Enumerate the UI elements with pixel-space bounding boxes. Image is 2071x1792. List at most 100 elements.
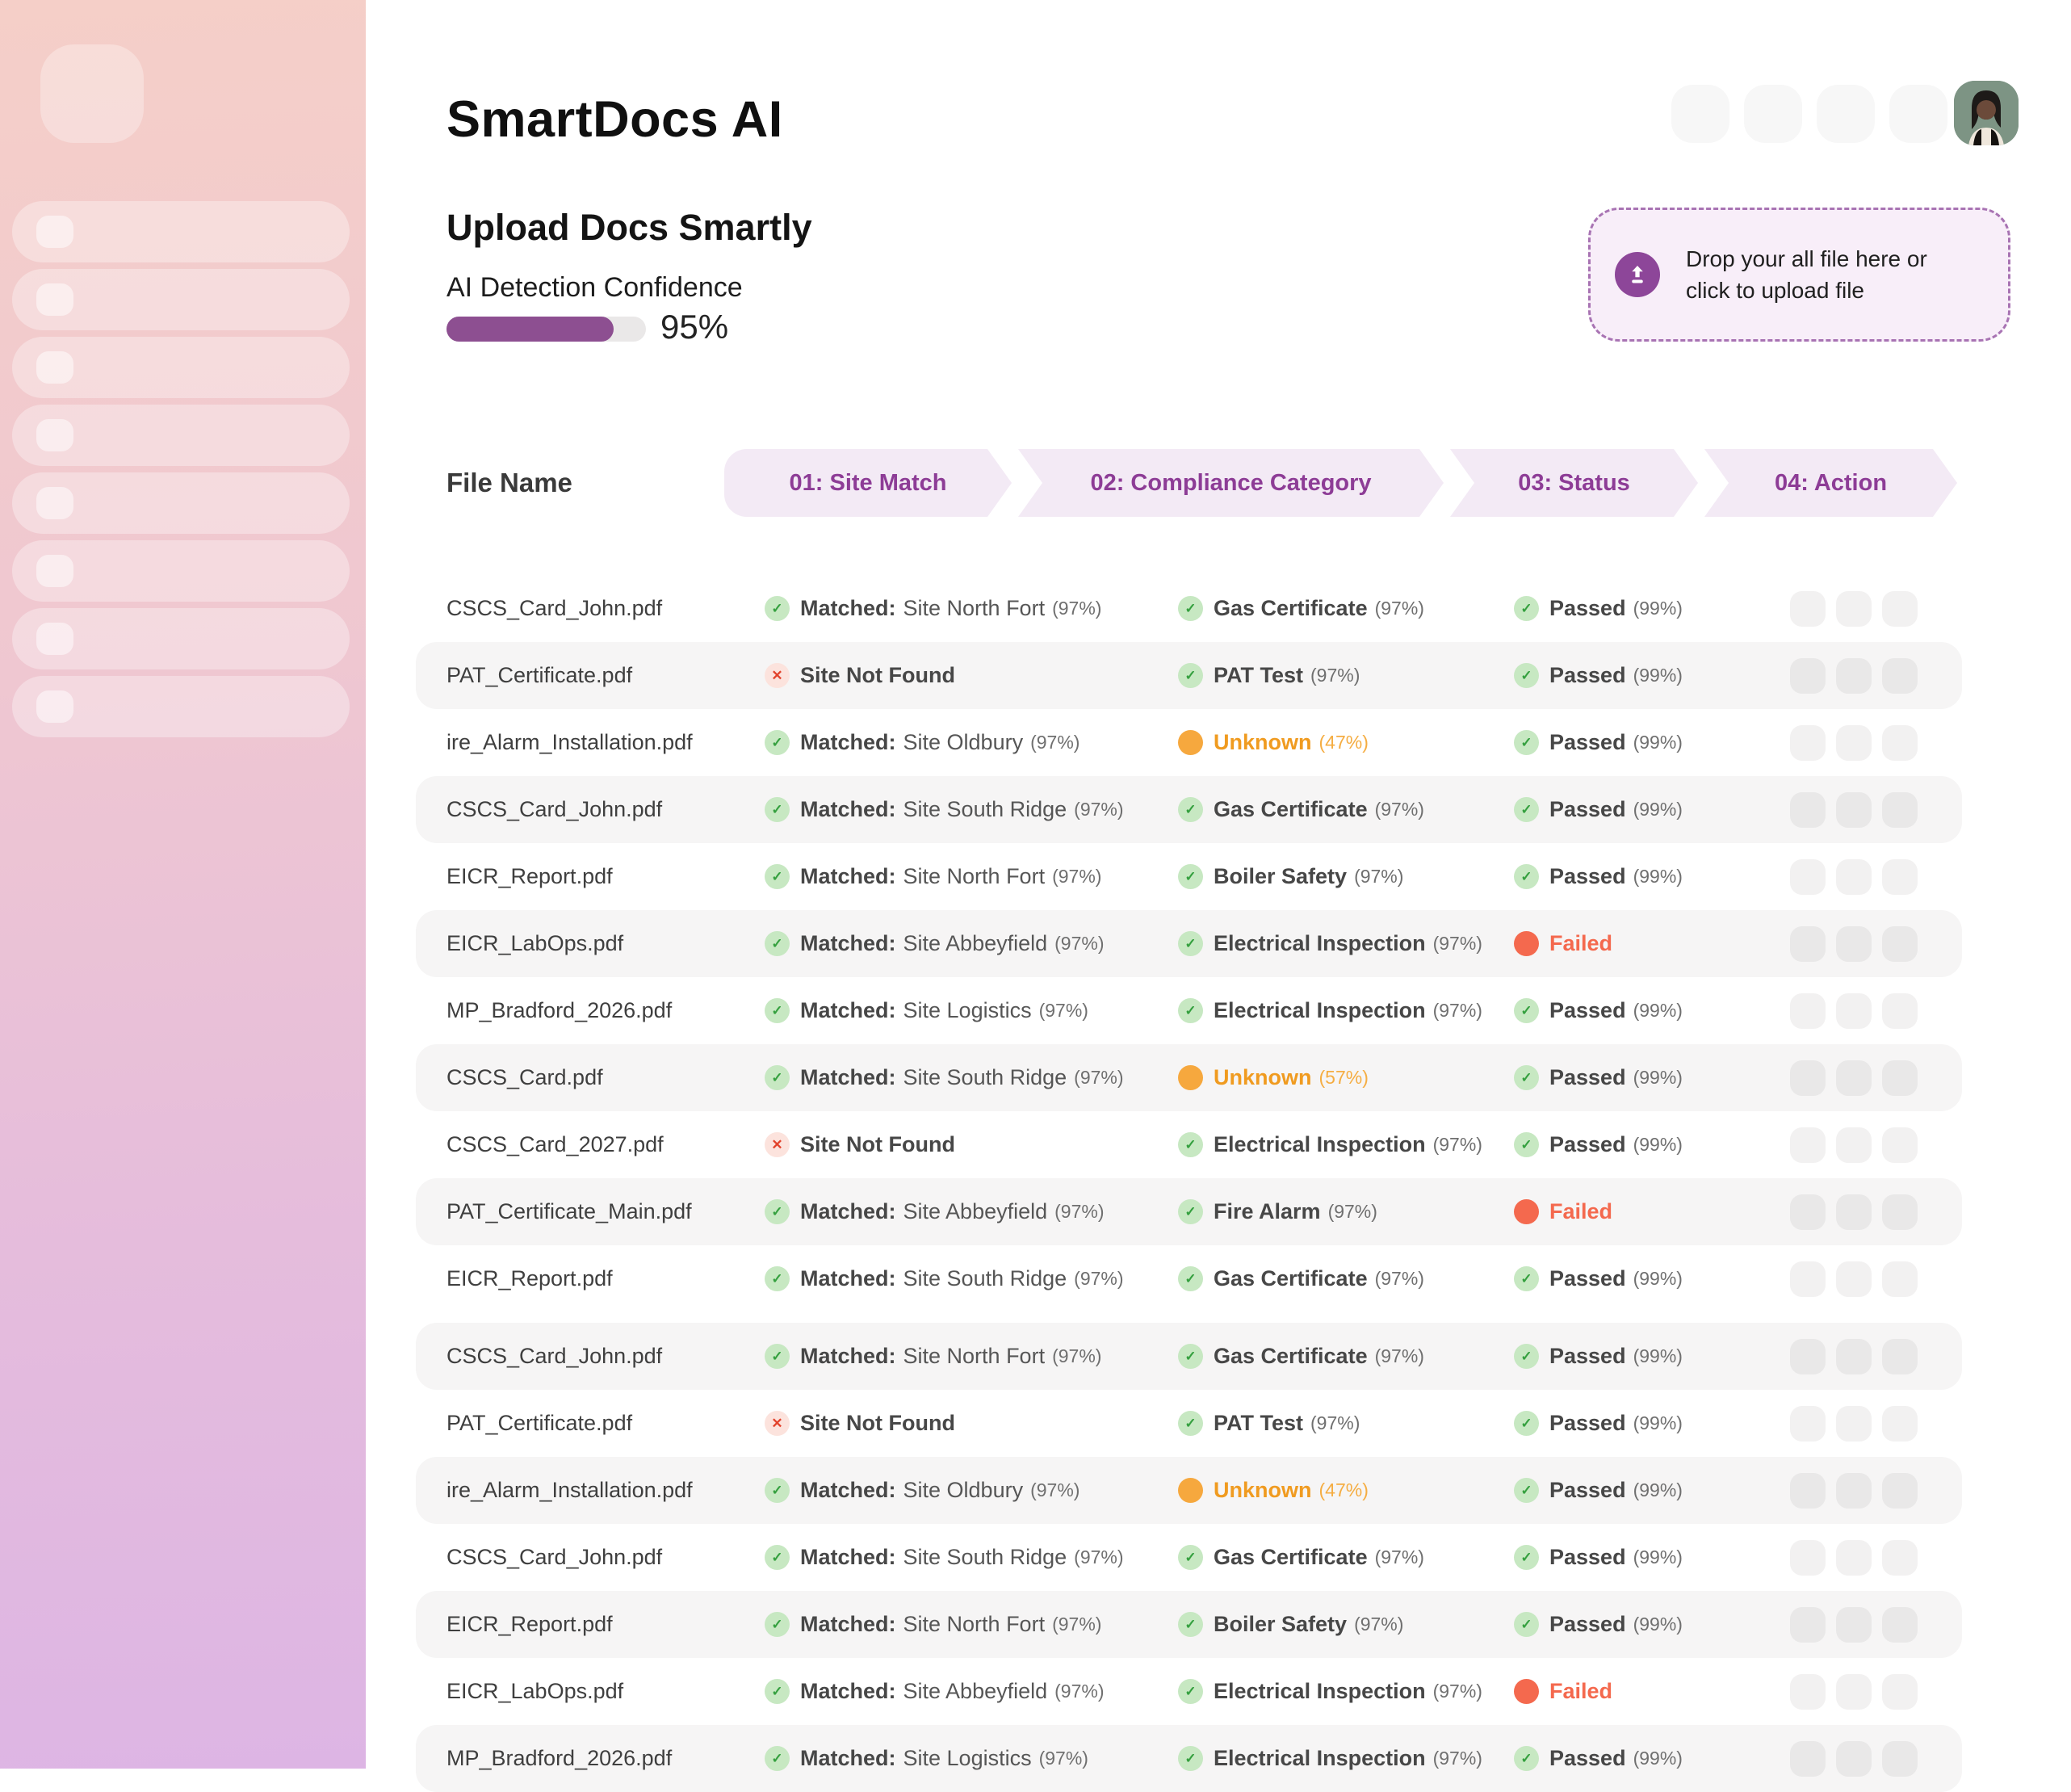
action-button-skeleton[interactable] bbox=[1790, 1607, 1826, 1643]
action-button-skeleton[interactable] bbox=[1790, 1473, 1826, 1509]
action-button-skeleton[interactable] bbox=[1836, 1607, 1872, 1643]
action-button-skeleton[interactable] bbox=[1882, 926, 1918, 962]
action-button-skeleton[interactable] bbox=[1790, 993, 1826, 1029]
site-confidence: (97%) bbox=[1052, 1614, 1101, 1635]
action-button-skeleton[interactable] bbox=[1836, 591, 1872, 627]
action-button-skeleton[interactable] bbox=[1882, 993, 1918, 1029]
action-button-skeleton[interactable] bbox=[1836, 1339, 1872, 1374]
site-match-cell: ✓Matched:Site North Fort(97%) bbox=[765, 843, 1101, 910]
category-cell: ✓Gas Certificate(97%) bbox=[1178, 1524, 1424, 1591]
sidebar-item-skeleton bbox=[12, 608, 350, 669]
action-button-skeleton[interactable] bbox=[1836, 1473, 1872, 1509]
unknown-dot-icon bbox=[1178, 1065, 1203, 1090]
action-button-skeleton[interactable] bbox=[1790, 1060, 1826, 1096]
actions-cell bbox=[1790, 1390, 1928, 1457]
action-button-skeleton[interactable] bbox=[1836, 1406, 1872, 1442]
check-icon: ✓ bbox=[1178, 1344, 1203, 1369]
action-button-skeleton[interactable] bbox=[1790, 591, 1826, 627]
action-button-skeleton[interactable] bbox=[1882, 1194, 1918, 1230]
action-button-skeleton[interactable] bbox=[1836, 1060, 1872, 1096]
action-button-skeleton[interactable] bbox=[1882, 1406, 1918, 1442]
action-button-skeleton[interactable] bbox=[1790, 859, 1826, 895]
status-cell: ✓Passed(99%) bbox=[1514, 575, 1683, 642]
action-button-skeleton[interactable] bbox=[1882, 792, 1918, 828]
action-button-skeleton[interactable] bbox=[1790, 1127, 1826, 1163]
category-cell: ✓PAT Test(97%) bbox=[1178, 1390, 1360, 1457]
passed-label: Passed bbox=[1549, 1746, 1626, 1771]
category-confidence: (97%) bbox=[1433, 1748, 1482, 1769]
action-button-skeleton[interactable] bbox=[1790, 926, 1826, 962]
file-dropzone[interactable]: Drop your all file here or click to uplo… bbox=[1588, 208, 2010, 342]
action-button-skeleton[interactable] bbox=[1882, 1607, 1918, 1643]
action-button-skeleton[interactable] bbox=[1882, 1261, 1918, 1297]
category-confidence: (97%) bbox=[1310, 665, 1360, 686]
file-name: CSCS_Card_John.pdf bbox=[446, 1344, 662, 1369]
site-confidence: (97%) bbox=[1054, 1201, 1104, 1223]
action-button-skeleton[interactable] bbox=[1836, 1741, 1872, 1777]
file-name: EICR_Report.pdf bbox=[446, 864, 613, 889]
action-button-skeleton[interactable] bbox=[1882, 1060, 1918, 1096]
site-name: Site South Ridge bbox=[903, 1545, 1067, 1570]
check-icon: ✓ bbox=[765, 1065, 790, 1090]
action-button-skeleton[interactable] bbox=[1882, 658, 1918, 694]
matched-label: Matched: bbox=[800, 1478, 896, 1503]
action-button-skeleton[interactable] bbox=[1882, 1540, 1918, 1576]
table-row: PAT_Certificate_Main.pdf✓Matched:Site Ab… bbox=[416, 1178, 1962, 1245]
action-button-skeleton[interactable] bbox=[1882, 1674, 1918, 1710]
site-confidence: (97%) bbox=[1054, 1681, 1104, 1702]
action-button-skeleton[interactable] bbox=[1836, 1540, 1872, 1576]
action-button-skeleton[interactable] bbox=[1882, 591, 1918, 627]
check-icon: ✓ bbox=[765, 998, 790, 1023]
status-confidence: (99%) bbox=[1633, 1345, 1683, 1367]
site-match-cell: ✕Site Not Found bbox=[765, 1390, 955, 1457]
check-icon: ✓ bbox=[765, 1679, 790, 1704]
actions-cell bbox=[1790, 1524, 1928, 1591]
action-button-skeleton[interactable] bbox=[1790, 1674, 1826, 1710]
action-button-skeleton[interactable] bbox=[1790, 1339, 1826, 1374]
step-header-status: 03: Status bbox=[1450, 449, 1698, 517]
site-name: Site Abbeyfield bbox=[903, 931, 1048, 956]
site-confidence: (97%) bbox=[1052, 866, 1101, 888]
header-button-skeleton bbox=[1671, 85, 1729, 143]
action-button-skeleton[interactable] bbox=[1836, 993, 1872, 1029]
avatar[interactable] bbox=[1954, 81, 2019, 145]
action-button-skeleton[interactable] bbox=[1836, 859, 1872, 895]
site-confidence: (97%) bbox=[1074, 799, 1123, 820]
sidebar-item-skeleton bbox=[12, 472, 350, 534]
file-name-cell: CSCS_Card_John.pdf bbox=[446, 575, 662, 642]
x-icon: ✕ bbox=[765, 1411, 790, 1436]
status-confidence: (99%) bbox=[1633, 598, 1683, 619]
action-button-skeleton[interactable] bbox=[1836, 1674, 1872, 1710]
action-button-skeleton[interactable] bbox=[1882, 725, 1918, 761]
action-button-skeleton[interactable] bbox=[1836, 725, 1872, 761]
failed-dot-icon bbox=[1514, 931, 1539, 956]
action-button-skeleton[interactable] bbox=[1836, 658, 1872, 694]
action-button-skeleton[interactable] bbox=[1882, 1339, 1918, 1374]
check-icon: ✓ bbox=[1178, 864, 1203, 889]
action-button-skeleton[interactable] bbox=[1882, 1741, 1918, 1777]
action-button-skeleton[interactable] bbox=[1790, 1741, 1826, 1777]
action-button-skeleton[interactable] bbox=[1790, 1194, 1826, 1230]
sidebar-item-skeleton bbox=[12, 676, 350, 737]
site-name: Site Logistics bbox=[903, 998, 1032, 1023]
action-button-skeleton[interactable] bbox=[1836, 1261, 1872, 1297]
action-button-skeleton[interactable] bbox=[1836, 1127, 1872, 1163]
action-button-skeleton[interactable] bbox=[1790, 1406, 1826, 1442]
action-button-skeleton[interactable] bbox=[1790, 658, 1826, 694]
site-confidence: (97%) bbox=[1074, 1067, 1123, 1089]
action-button-skeleton[interactable] bbox=[1790, 1540, 1826, 1576]
action-button-skeleton[interactable] bbox=[1882, 1127, 1918, 1163]
action-button-skeleton[interactable] bbox=[1836, 792, 1872, 828]
action-button-skeleton[interactable] bbox=[1790, 792, 1826, 828]
action-button-skeleton[interactable] bbox=[1790, 725, 1826, 761]
action-button-skeleton[interactable] bbox=[1836, 1194, 1872, 1230]
action-button-skeleton[interactable] bbox=[1836, 926, 1872, 962]
actions-cell bbox=[1790, 977, 1928, 1044]
action-button-skeleton[interactable] bbox=[1790, 1261, 1826, 1297]
action-button-skeleton[interactable] bbox=[1882, 1473, 1918, 1509]
site-match-cell: ✓Matched:Site Abbeyfield(97%) bbox=[765, 1658, 1105, 1725]
unknown-label: Unknown bbox=[1214, 1065, 1312, 1090]
action-button-skeleton[interactable] bbox=[1882, 859, 1918, 895]
sidebar-nav-skeleton bbox=[12, 201, 350, 744]
site-confidence: (97%) bbox=[1039, 1000, 1088, 1022]
